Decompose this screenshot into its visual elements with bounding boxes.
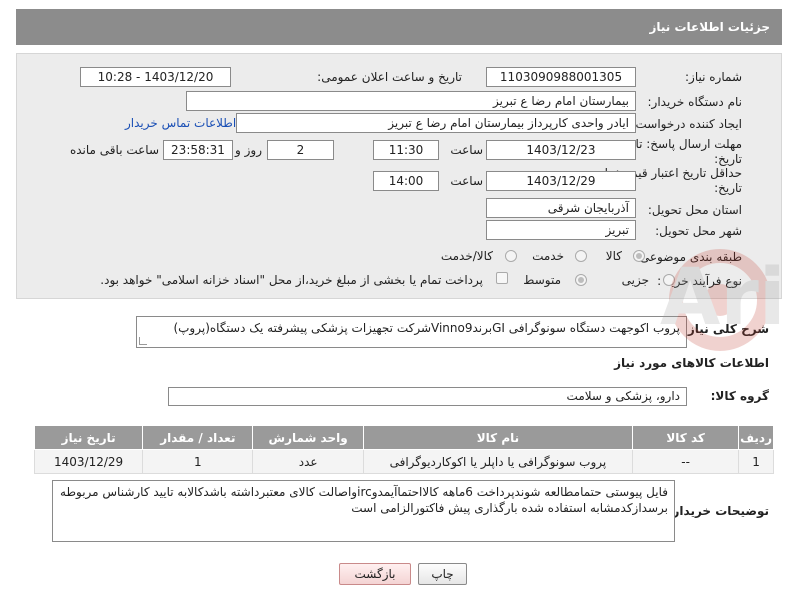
deadline-date-field[interactable]: 1403/12/23 — [486, 140, 636, 160]
col-unit: واحد شمارش — [252, 425, 364, 450]
validity-time-label: ساعت — [450, 174, 483, 188]
category-radio-goods[interactable] — [633, 250, 645, 262]
buyer-notes-textarea[interactable]: فایل پیوستی حتمامطالعه شوندپرداخت 6ماهه … — [52, 480, 675, 542]
need-number-field[interactable]: 1103090988001305 — [486, 67, 636, 87]
process-radio-medium[interactable] — [575, 274, 587, 286]
cell-item-name: پروب سونوگرافی یا داپلر یا اکوکاردیوگراف… — [362, 449, 634, 474]
category-option-goods: کالا — [605, 249, 622, 263]
category-label: طبقه بندی موضوعی: — [635, 250, 742, 264]
city-field[interactable]: تبریز — [486, 220, 636, 240]
validity-date-label: تاریخ: — [714, 181, 742, 195]
days-remaining-field[interactable]: 2 — [267, 140, 334, 160]
col-row-number: ردیف — [738, 425, 774, 450]
treasury-note: پرداخت تمام یا بخشی از مبلغ خرید،از محل … — [100, 273, 483, 287]
col-item-name: نام کالا — [362, 425, 634, 450]
time-remaining-field[interactable]: 23:58:31 — [163, 140, 233, 160]
cell-row-number: 1 — [738, 449, 774, 474]
time-remaining-label: ساعت باقی مانده — [69, 143, 159, 157]
category-radio-service[interactable] — [575, 250, 587, 262]
resize-grip-icon[interactable] — [139, 337, 147, 345]
goods-table: ردیف کد کالا نام کالا واحد شمارش تعداد /… — [33, 425, 774, 474]
description-label: شرح کلی نیاز: — [683, 322, 769, 336]
description-textarea[interactable]: پروب اکوجهت دستگاه سونوگرافی GIبرندVinno… — [136, 316, 687, 348]
announce-datetime-field[interactable]: 1403/12/20 - 10:28 — [80, 67, 231, 87]
need-number-label: شماره نیاز: — [685, 70, 742, 84]
buyer-field[interactable]: بیمارستان امام رضا ع تبریز — [186, 91, 636, 111]
process-option-minor: جزیی — [621, 273, 649, 287]
deadline-time-field[interactable]: 11:30 — [373, 140, 439, 160]
process-radio-minor[interactable] — [663, 274, 675, 286]
deadline-date-label: تاریخ: — [714, 152, 742, 166]
table-row[interactable]: 1 -- پروب سونوگرافی یا داپلر یا اکوکاردی… — [33, 449, 774, 474]
cell-item-code: -- — [632, 449, 740, 474]
col-item-code: کد کالا — [632, 425, 740, 450]
announce-label: تاریخ و ساعت اعلان عمومی: — [317, 70, 462, 84]
page-title: جزئیات اطلاعات نیاز — [16, 9, 782, 45]
col-quantity: تعداد / مقدار — [142, 425, 254, 450]
creator-field[interactable]: ایادر واحدی کارپرداز بیمارستان امام رضا … — [236, 113, 636, 133]
city-label: شهر محل تحویل: — [655, 224, 742, 238]
creator-label: ایجاد کننده درخواست: — [631, 117, 742, 131]
province-field[interactable]: آذربایجان شرقی — [486, 198, 636, 218]
category-option-service: خدمت — [532, 249, 564, 263]
cell-unit: عدد — [252, 449, 364, 474]
category-radio-goods-service[interactable] — [505, 250, 517, 262]
cell-quantity: 1 — [142, 449, 254, 474]
buyer-notes-label: توضیحات خریدار: — [667, 504, 769, 518]
deadline-time-label: ساعت — [450, 143, 483, 157]
cell-need-date: 1403/12/29 — [33, 449, 144, 474]
description-text: پروب اکوجهت دستگاه سونوگرافی GIبرندVinno… — [173, 321, 680, 335]
back-button[interactable]: بازگشت — [339, 563, 411, 585]
deadline-label: مهلت ارسال پاسخ: تا — [635, 137, 742, 151]
buyer-notes-text: فایل پیوستی حتمامطالعه شوندپرداخت 6ماهه … — [60, 485, 668, 515]
province-label: استان محل تحویل: — [647, 203, 742, 217]
col-need-date: تاریخ نیاز — [33, 425, 144, 450]
buyer-contact-link[interactable]: اطلاعات تماس خریدار — [125, 116, 236, 130]
goods-group-field[interactable]: دارو، پزشکی و سلامت — [168, 387, 687, 406]
buyer-label: نام دستگاه خریدار: — [647, 95, 743, 109]
treasury-checkbox[interactable] — [496, 272, 508, 284]
goods-section-title: اطلاعات کالاهای مورد نیاز — [614, 356, 769, 370]
goods-table-header: ردیف کد کالا نام کالا واحد شمارش تعداد /… — [33, 425, 774, 450]
print-button[interactable]: چاپ — [418, 563, 467, 585]
days-label: روز و — [235, 143, 262, 157]
category-option-goods-service: کالا/خدمت — [440, 249, 493, 263]
goods-group-label: گروه کالا: — [710, 389, 769, 403]
validity-date-field[interactable]: 1403/12/29 — [486, 171, 636, 191]
process-option-medium: متوسط — [523, 273, 561, 287]
validity-time-field[interactable]: 14:00 — [373, 171, 439, 191]
